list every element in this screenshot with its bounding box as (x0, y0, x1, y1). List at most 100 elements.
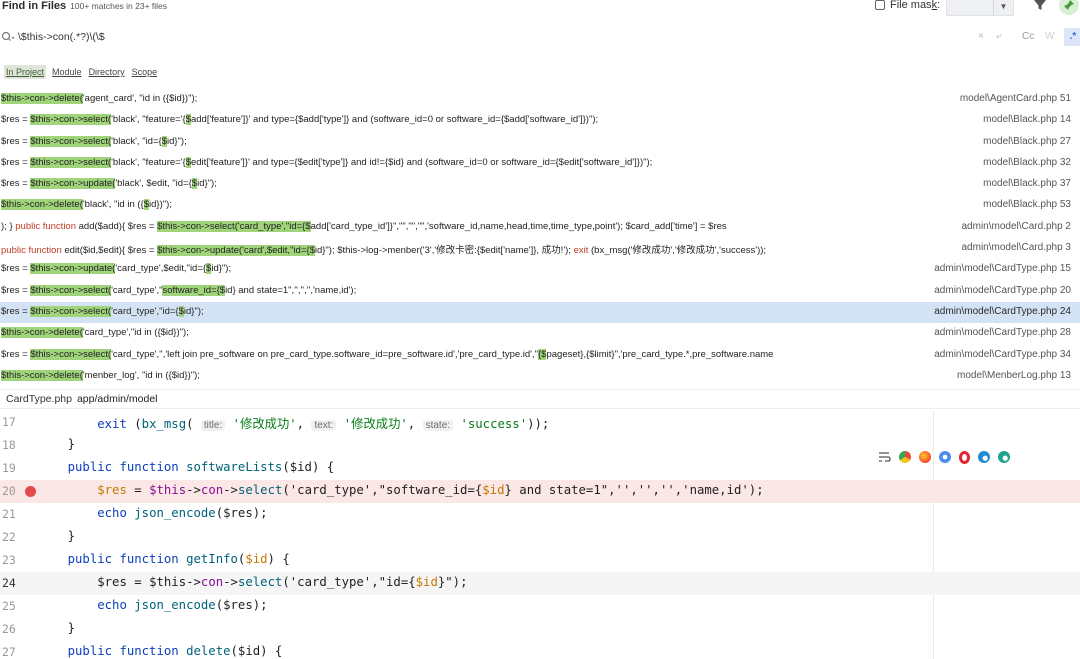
code-line[interactable]: 17 exit (bx_msg( title: '修改成功', text: '修… (0, 411, 1080, 434)
result-row[interactable]: ); } public function add($add){ $res = $… (0, 217, 1080, 238)
result-snippet: $res = $this->con->select('card_type',"s… (1, 284, 357, 296)
regex-toggle[interactable]: .* (1064, 28, 1080, 46)
line-number[interactable]: 26 (2, 622, 30, 636)
line-number[interactable]: 25 (2, 599, 30, 613)
code-line[interactable]: 26 } (0, 618, 1080, 641)
file-mask-toggle[interactable]: File mas k: (875, 0, 940, 11)
line-number[interactable]: 19 (2, 461, 30, 475)
new-line-icon[interactable]: ⤶ (996, 31, 1002, 42)
code-text: public function softwareLists($id) { (67, 460, 335, 474)
result-snippet: $res = $this->con->update('card_type',$e… (1, 263, 232, 275)
edge-icon[interactable] (978, 451, 990, 463)
dialog-title: Find in Files 100+ matches in 23+ files (2, 0, 167, 12)
result-row[interactable]: $res = $this->con->select('card_type',''… (0, 345, 1080, 366)
result-row[interactable]: $res = $this->con->select('black', "id={… (0, 132, 1080, 153)
result-row[interactable]: $this->con->delete('black', "id in ({$id… (0, 195, 1080, 216)
result-snippet: public function edit($id,$edit){ $res = … (1, 245, 767, 257)
result-snippet: $res = $this->con->update('black', $edit… (1, 178, 217, 190)
preview-header: CardType.php app/admin/model (0, 389, 1080, 409)
code-text: } (38, 621, 76, 635)
result-snippet: $this->con->delete('menber_log', "id in … (1, 369, 200, 381)
preview-file-name: CardType.php (6, 393, 72, 405)
code-line[interactable]: 20 $res = $this->con->select('card_type'… (0, 480, 1080, 503)
firefox-icon[interactable] (919, 451, 931, 463)
pin-icon[interactable] (1059, 0, 1079, 15)
code-line[interactable]: 25 echo json_encode($res); (0, 595, 1080, 618)
result-row[interactable]: $this->con->delete('card_type',"id in ({… (0, 323, 1080, 344)
result-file-location: model\Black.php 27 (981, 135, 1071, 147)
line-number[interactable]: 27 (2, 645, 30, 659)
edge-dev-icon[interactable] (998, 451, 1010, 463)
result-row[interactable]: public function edit($id,$edit){ $res = … (0, 238, 1080, 259)
opera-icon[interactable] (959, 450, 970, 464)
file-mask-dropdown[interactable]: ▼ (946, 0, 1014, 16)
result-row[interactable]: $res = $this->con->update('black', $edit… (0, 174, 1080, 195)
result-snippet: ); } public function add($add){ $res = $… (1, 220, 727, 232)
result-row[interactable]: $res = $this->con->select('card_type',"s… (0, 281, 1080, 302)
results-list: $this->con->delete('agent_card', "id in … (0, 89, 1080, 387)
line-number[interactable]: 18 (2, 438, 30, 452)
preview-file-path: app/admin/model (76, 393, 158, 405)
clear-icon[interactable]: × (978, 31, 984, 42)
result-row[interactable]: $res = $this->con->update('card_type',$e… (0, 259, 1080, 280)
breakpoint-icon[interactable] (25, 486, 36, 497)
chromium-icon[interactable] (939, 451, 951, 463)
line-number[interactable]: 24 (2, 576, 30, 590)
match-case-toggle[interactable]: Cc (1022, 31, 1034, 42)
result-file-location: model\Black.php 14 (981, 114, 1071, 126)
result-file-location: model\Black.php 37 (981, 178, 1071, 190)
result-snippet: $res = $this->con->select('card_type',"i… (1, 305, 204, 317)
result-snippet: $res = $this->con->select('card_type',''… (1, 348, 774, 360)
search-input[interactable]: \$this->con(.*?)\(\$ (18, 31, 105, 43)
tab-in-project[interactable]: In Project (4, 65, 47, 79)
result-row[interactable]: $this->con->delete('agent_card', "id in … (0, 89, 1080, 110)
code-text: } (38, 529, 76, 543)
result-snippet: $res = $this->con->select('black', "feat… (1, 156, 653, 168)
code-line[interactable]: 23 public function getInfo($id) { (0, 549, 1080, 572)
result-file-location: admin\model\CardType.php 24 (932, 305, 1071, 317)
line-number[interactable]: 23 (2, 553, 30, 567)
line-number[interactable]: 17 (2, 415, 30, 429)
code-line[interactable]: 21 echo json_encode($res); (0, 503, 1080, 526)
wrap-icon[interactable] (878, 451, 891, 463)
chrome-icon[interactable] (899, 451, 911, 463)
code-text: $res = $this->con->select('card_type',"s… (97, 483, 764, 497)
line-number[interactable]: 22 (2, 530, 30, 544)
title-text: Find in Files (2, 0, 67, 12)
whole-words-toggle[interactable]: W (1045, 31, 1054, 42)
code-line[interactable]: 24 $res = $this->con->select('card_type'… (0, 572, 1080, 595)
file-mask-checkbox[interactable] (875, 0, 885, 10)
search-row: \$this->con(.*?)\(\$ × ⤶ Cc W .* (0, 28, 1080, 46)
line-number[interactable]: 21 (2, 507, 30, 521)
result-file-location: model\MenberLog.php 13 (955, 369, 1071, 381)
result-snippet: $res = $this->con->select('black', "id={… (1, 135, 187, 147)
match-count: 100+ matches in 23+ files (70, 1, 168, 11)
result-row[interactable]: $this->con->delete('menber_log', "id in … (0, 366, 1080, 387)
result-snippet: $this->con->delete('card_type',"id in ({… (1, 327, 189, 339)
result-file-location: model\AgentCard.php 51 (957, 93, 1071, 104)
find-in-files-header: Find in Files 100+ matches in 23+ files F… (0, 0, 1080, 16)
tab-directory[interactable]: Directory (88, 66, 126, 78)
result-file-location: admin\model\CardType.php 28 (932, 327, 1071, 339)
code-text: echo json_encode($res); (97, 598, 268, 612)
code-line[interactable]: 27 public function delete($id) { (0, 641, 1080, 659)
scope-tabs: In Project Module Directory Scope (4, 65, 158, 79)
result-file-location: admin\model\CardType.php 34 (932, 348, 1071, 360)
filter-icon[interactable] (1033, 0, 1047, 12)
result-snippet: $this->con->delete('agent_card', "id in … (1, 93, 198, 104)
result-row[interactable]: $res = $this->con->select('card_type',"i… (0, 301, 1080, 324)
code-line[interactable]: 22 } (0, 526, 1080, 549)
result-row[interactable]: $res = $this->con->select('black', "feat… (0, 110, 1080, 131)
browser-preview-toolbar (870, 446, 1040, 468)
result-file-location: model\Black.php 53 (981, 199, 1071, 211)
result-file-location: admin\model\Card.php 3 (959, 242, 1071, 254)
result-file-location: admin\model\Card.php 2 (959, 220, 1071, 232)
result-file-location: admin\model\CardType.php 20 (932, 284, 1071, 296)
tab-scope[interactable]: Scope (131, 66, 159, 78)
result-row[interactable]: $res = $this->con->select('black', "feat… (0, 153, 1080, 174)
search-icon[interactable] (1, 31, 15, 43)
code-text: echo json_encode($res); (97, 506, 268, 520)
tab-module[interactable]: Module (51, 66, 83, 78)
result-file-location: model\Black.php 32 (981, 156, 1071, 168)
chevron-down-icon[interactable]: ▼ (993, 0, 1013, 15)
